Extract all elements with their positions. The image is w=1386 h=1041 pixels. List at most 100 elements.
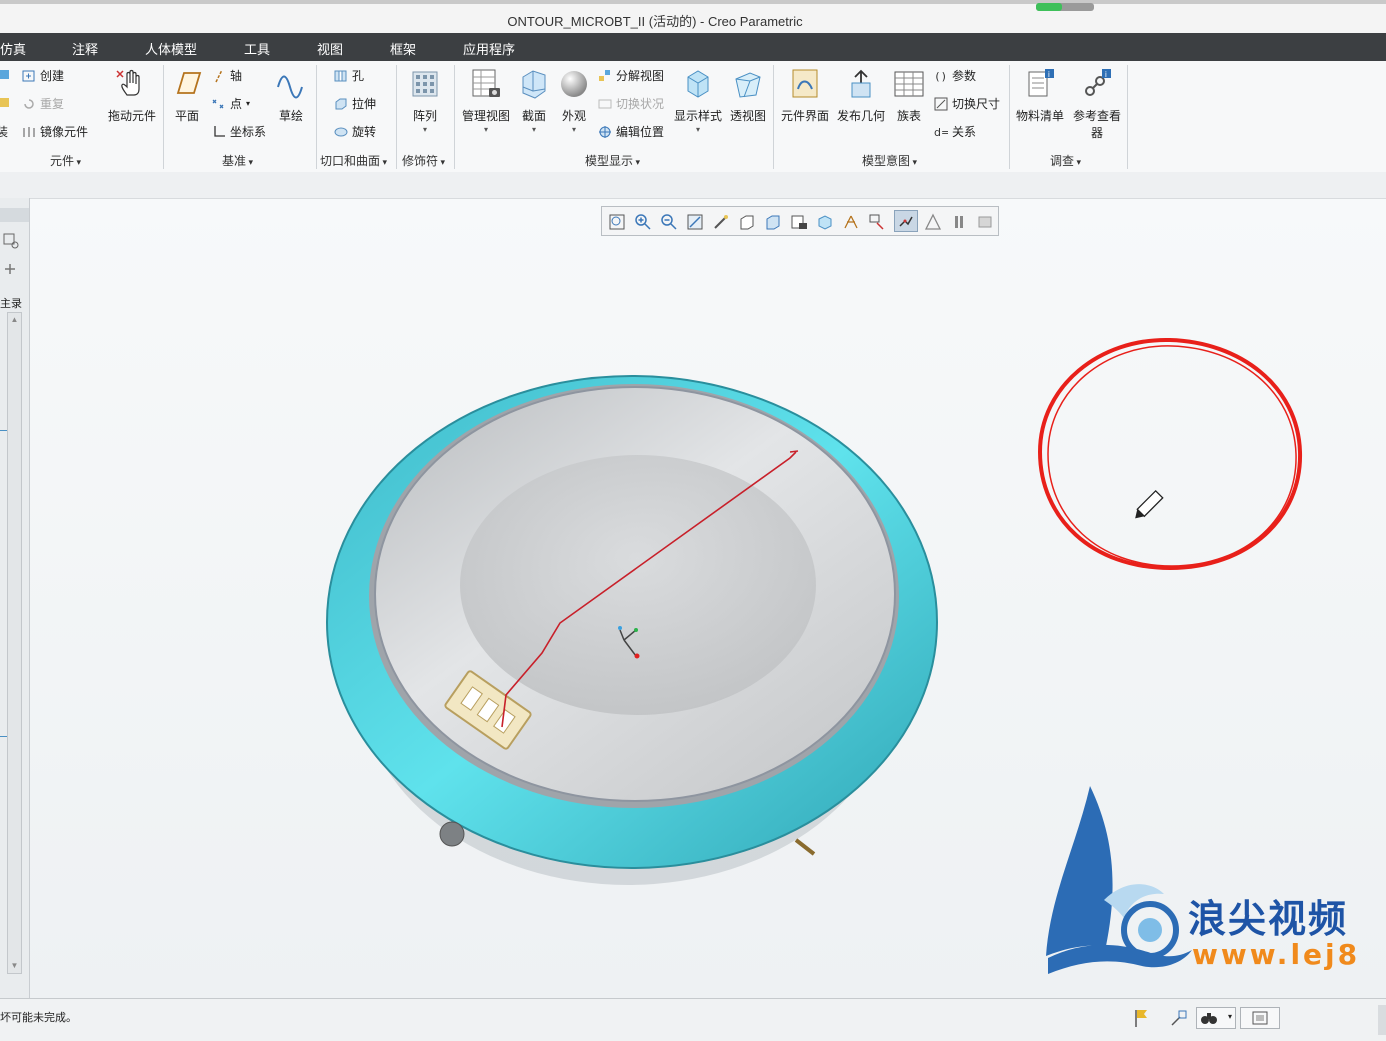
axis-button[interactable]: 轴 [212,67,242,84]
menu-framework[interactable]: 框架 [390,39,416,58]
display-style-cube-icon [687,70,709,98]
edit-position-label: 编辑位置 [616,125,665,139]
drag-components-button[interactable]: 拖动元件 [106,67,158,124]
create-button[interactable]: 创建 [22,67,64,84]
plane-button[interactable]: 平面 [170,67,204,124]
model-display-group-label[interactable]: 模型显示 [585,152,640,169]
toggle-status-icon [598,99,612,108]
investigate-group-label[interactable]: 调查 [1050,152,1081,169]
csys-icon [214,125,225,137]
group-divider [1009,65,1010,169]
tree-scrollbar[interactable]: ▲ ▼ [7,312,22,974]
hole-label: 孔 [352,69,365,83]
publish-geometry-label: 发布几何 [836,109,885,123]
display-style-button[interactable]: 显示样式 ▾ [672,67,724,134]
watermark-brand-text: 浪尖视频 [1188,897,1349,941]
pattern-icon [412,71,438,97]
toggle-status-button[interactable]: 切换状况 [598,95,664,112]
switch-dimensions-label: 切换尺寸 [952,97,1001,111]
mirror-icon [23,126,35,137]
hole-button[interactable]: 孔 [334,67,364,84]
pattern-label: 阵列 [412,109,437,123]
reference-viewer-button[interactable]: i 参考查看器 [1070,67,1124,141]
point-icon [212,99,224,108]
component-group-label[interactable]: 元件 [50,152,81,169]
status-message: 坏可能未完成。 [0,1012,77,1024]
manage-views-icon [472,69,500,97]
status-bar-edge [1378,1005,1386,1035]
menu-annotate[interactable]: 注释 [72,39,98,58]
relations-button[interactable]: d= 关系 [934,123,976,140]
extrude-button[interactable]: 拉伸 [334,95,376,112]
bom-label: 物料清单 [1015,109,1064,123]
revolve-button[interactable]: 旋转 [334,123,376,140]
manage-views-button[interactable]: 管理视图 ▾ [460,67,512,134]
model-tree-panel: 主录 ▲ ▼ [0,198,30,998]
mirror-component-button[interactable]: 镜像元件 [22,123,88,140]
edit-position-button[interactable]: 编辑位置 [598,123,664,140]
menu-view[interactable]: 视图 [317,39,343,58]
component-interface-icon [792,69,818,98]
window-title: ONTOUR_MICROBT_II (活动的) - Creo Parametri… [507,14,803,29]
assemble-partial-icon [0,95,12,109]
status-bar: 坏可能未完成。 ▾ [0,998,1386,1041]
flag-icon[interactable] [1130,1007,1152,1029]
group-divider [1127,65,1128,169]
plane-icon [176,72,202,94]
menu-applications[interactable]: 应用程序 [463,39,515,58]
group-divider [773,65,774,169]
tree-settings-icon[interactable] [2,232,20,250]
group-divider [316,65,317,169]
modifiers-group-label[interactable]: 修饰符 [402,152,445,169]
parameters-label: 参数 [952,69,977,83]
find-dropdown[interactable]: ▾ [1196,1007,1236,1029]
scroll-up-arrow-icon[interactable]: ▲ [9,315,20,325]
point-button[interactable]: 点 ▾ [212,95,250,112]
svg-text:d=: d= [934,126,948,139]
csys-button[interactable]: 坐标系 [212,123,266,140]
switch-dimensions-button[interactable]: 切换尺寸 [934,95,1000,112]
perspective-cube-icon [735,72,761,98]
component-interface-label: 元件界面 [780,109,829,123]
menu-simulate[interactable]: 仿真 [0,39,26,58]
datum-group-label[interactable]: 基准 [222,152,253,169]
tree-selection-marker [0,430,7,431]
menu-manikin[interactable]: 人体模型 [145,39,197,58]
appearance-button[interactable]: 外观 ▾ [556,67,592,134]
parameters-button[interactable]: () 参数 [934,67,976,84]
hole-icon [334,70,347,81]
family-table-button[interactable]: 族表 [892,67,926,124]
section-icon [522,70,546,99]
component-interface-button[interactable]: 元件界面 [778,67,832,124]
section-button[interactable]: 截面 ▾ [516,67,552,134]
panel-tab[interactable] [0,208,29,222]
axis-icon [215,69,223,82]
sketch-button[interactable]: 草绘 [274,67,308,124]
assemble-label: 装 [0,125,9,139]
repeat-button[interactable]: 重复 [22,95,64,112]
perspective-button[interactable]: 透视图 [728,67,768,124]
manage-views-label: 管理视图 [461,109,510,123]
model-intent-group-label[interactable]: 模型意图 [862,152,917,169]
menu-tools[interactable]: 工具 [244,39,270,58]
selection-filter-icon[interactable] [1168,1007,1190,1029]
group-divider [454,65,455,169]
axis-label: 轴 [230,69,243,83]
publish-geometry-button[interactable]: 发布几何 [834,67,888,124]
extrude-label: 拉伸 [352,97,377,111]
display-style-label: 显示样式 [673,109,722,123]
reference-chain-icon: i [1085,69,1111,96]
filter-select[interactable] [1240,1007,1280,1029]
hand-drag-icon [116,69,140,96]
expand-plus-icon[interactable] [3,262,17,276]
bom-button[interactable]: i 物料清单 [1014,67,1066,124]
scroll-down-arrow-icon[interactable]: ▼ [9,961,20,971]
create-component-button[interactable] [0,67,12,81]
tree-tab-label[interactable]: 主录 [0,295,22,311]
section-label: 截面 [521,109,546,123]
exploded-view-button[interactable]: 分解视图 [598,67,664,84]
cuts-group-label[interactable]: 切口和曲面 [320,152,387,169]
pattern-button[interactable]: 阵列 ▾ [406,67,444,134]
revolve-icon [334,127,348,136]
svg-text:(): () [934,70,947,83]
